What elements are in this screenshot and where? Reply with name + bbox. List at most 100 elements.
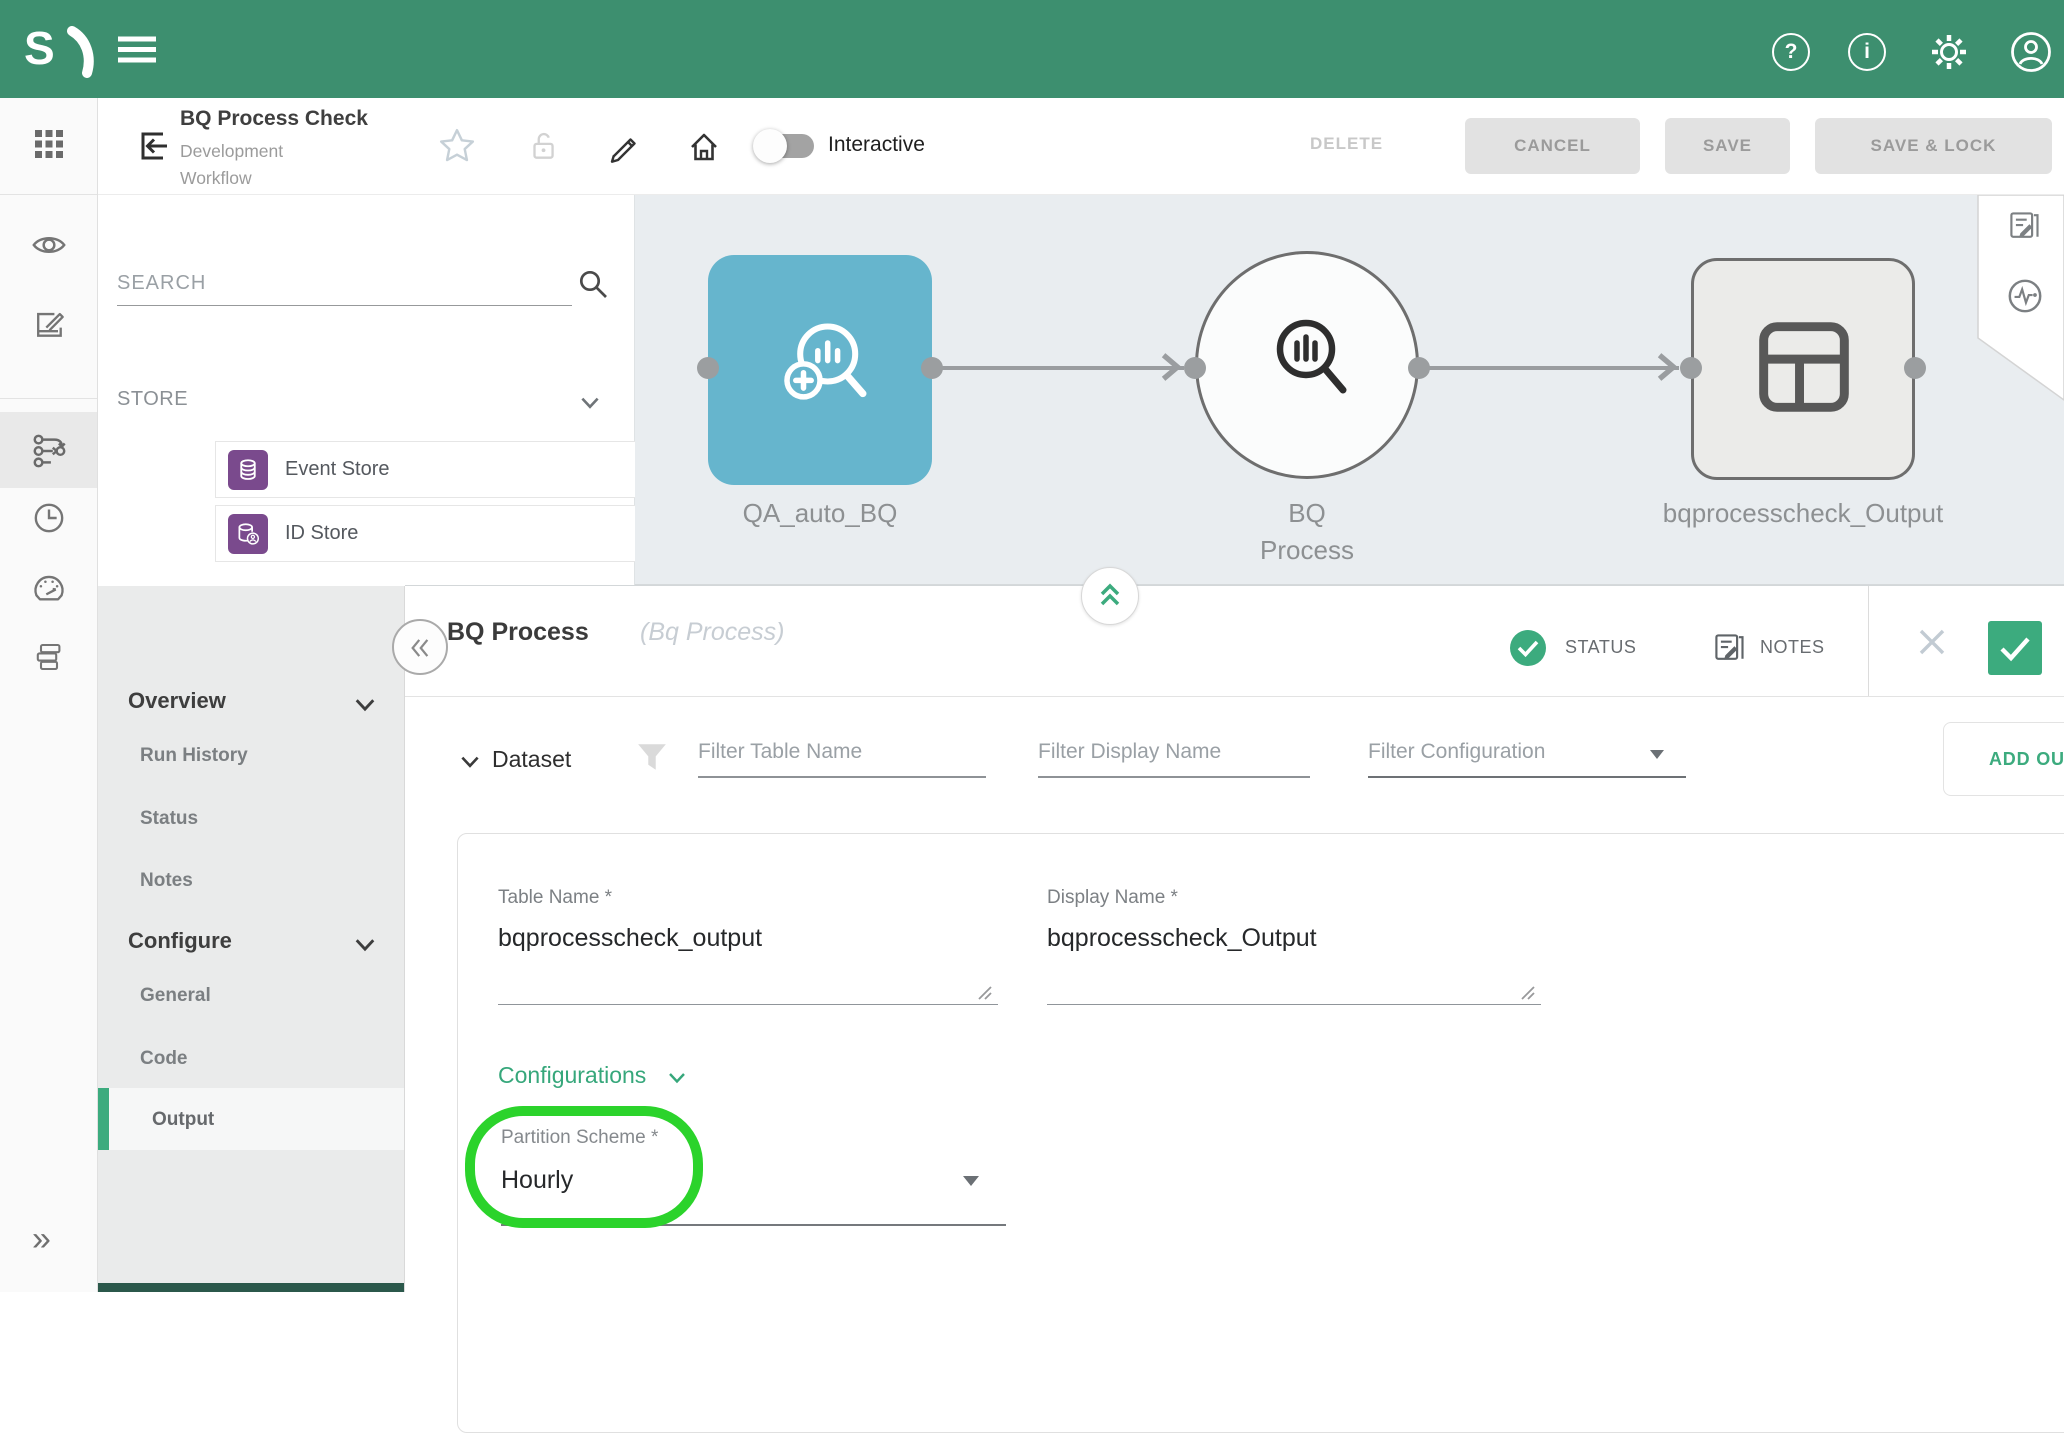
settings-gear-icon[interactable] (1928, 31, 1970, 73)
configurations-section-label[interactable]: Configurations (498, 1062, 646, 1089)
view-eye-icon[interactable] (30, 226, 68, 264)
textarea-resize-icon[interactable] (976, 984, 994, 1002)
edge-qa-to-bqprocess (932, 366, 1184, 370)
double-chevron-up-icon (1093, 579, 1127, 613)
filter-funnel-icon (635, 741, 669, 775)
filter-table-name-field[interactable] (698, 728, 986, 778)
nav-item-output-active[interactable]: Output (98, 1088, 404, 1150)
interactive-toggle[interactable] (762, 134, 814, 158)
info-icon[interactable]: i (1848, 33, 1886, 71)
partition-scheme-underline (501, 1224, 1006, 1226)
edge-arrowhead-icon (1651, 352, 1681, 382)
edge-arrowhead-icon (1155, 352, 1185, 382)
add-output-button[interactable]: ADD OU (1943, 722, 2064, 796)
stack-layers-icon[interactable] (33, 641, 65, 673)
brand-logo[interactable]: S (24, 22, 55, 74)
notes-tab-label[interactable]: NOTES (1760, 637, 1825, 658)
nav-item-code[interactable]: Code (140, 1048, 188, 1070)
filter-display-name-field[interactable] (1038, 728, 1310, 778)
notes-icon[interactable] (1711, 630, 1747, 666)
port-out[interactable] (921, 357, 943, 379)
textarea-resize-icon[interactable] (1519, 984, 1537, 1002)
canvas-notes-icon[interactable] (2006, 208, 2042, 244)
delete-button[interactable]: DELETE (1310, 134, 1383, 154)
port-in[interactable] (1680, 357, 1702, 379)
nav-section-configure[interactable]: Configure (128, 928, 232, 954)
close-icon[interactable] (1917, 627, 1947, 657)
hamburger-menu-icon[interactable] (116, 36, 162, 64)
dataset-section-label[interactable]: Dataset (492, 746, 571, 773)
history-clock-icon[interactable] (32, 501, 66, 535)
display-name-label: Display Name * (1047, 887, 1178, 909)
store-section-label[interactable]: STORE (117, 388, 188, 411)
filter-display-name-input[interactable] (1038, 728, 1310, 776)
expand-rail-icon[interactable]: » (32, 1220, 51, 1259)
store-item-event-store[interactable]: Event Store (215, 441, 704, 498)
configurations-chevron-down-icon[interactable] (666, 1067, 688, 1089)
workflow-title-block: BQ Process Check Development Workflow (180, 106, 420, 184)
workflows-icon[interactable] (30, 432, 68, 470)
favorite-star-icon[interactable] (438, 127, 476, 165)
store-item-id-store[interactable]: ID Store (215, 505, 704, 562)
unlocked-icon[interactable] (526, 129, 560, 163)
dropdown-arrow-icon (1650, 750, 1664, 759)
rail-divider (0, 398, 97, 399)
event-store-database-icon (228, 450, 268, 490)
nav-section-overview[interactable]: Overview (128, 688, 226, 714)
node-qa-auto-bq[interactable] (708, 255, 932, 485)
display-name-value[interactable]: bqprocesscheck_Output (1047, 924, 1317, 953)
table-name-underline (498, 1004, 998, 1005)
port-in[interactable] (697, 357, 719, 379)
apply-check-button[interactable] (1988, 621, 2042, 675)
search-field[interactable] (117, 262, 572, 306)
double-chevron-left-icon (406, 634, 434, 662)
overview-chevron-down-icon[interactable] (352, 692, 378, 718)
configure-chevron-down-icon[interactable] (352, 932, 378, 958)
filter-table-name-input[interactable] (698, 728, 986, 776)
dataset-chevron-down-icon[interactable] (458, 750, 482, 774)
canvas-activity-pulse-icon[interactable] (2006, 277, 2044, 315)
nav-item-run-history[interactable]: Run History (140, 745, 248, 767)
interactive-toggle-label: Interactive (828, 133, 925, 157)
bq-process-icon (1260, 309, 1360, 409)
cancel-button[interactable]: CANCEL (1465, 118, 1640, 174)
save-and-lock-button[interactable]: SAVE & LOCK (1815, 118, 2052, 174)
edit-pencil-icon[interactable] (606, 128, 642, 164)
filter-configuration-select[interactable] (1368, 728, 1686, 778)
collapse-nav-button[interactable] (392, 619, 448, 675)
panel-subtitle: (Bq Process) (640, 618, 784, 647)
status-tab-label[interactable]: STATUS (1565, 637, 1636, 658)
exit-workflow-icon[interactable] (133, 126, 173, 166)
port-in[interactable] (1184, 357, 1206, 379)
partition-scheme-value[interactable]: Hourly (501, 1166, 573, 1195)
search-input[interactable] (117, 262, 572, 305)
home-icon[interactable] (686, 128, 722, 164)
store-chevron-down-icon[interactable] (578, 391, 602, 415)
apps-grid-icon[interactable] (34, 129, 64, 159)
collapse-panel-button[interactable] (1081, 567, 1139, 625)
port-out[interactable] (1904, 357, 1926, 379)
compose-edit-icon[interactable] (31, 306, 67, 342)
left-icon-rail: » (0, 98, 98, 1292)
help-icon[interactable]: ? (1772, 33, 1810, 71)
partition-dropdown-arrow-icon[interactable] (963, 1176, 979, 1186)
save-button[interactable]: SAVE (1665, 118, 1790, 174)
table-name-value[interactable]: bqprocesscheck_output (498, 924, 762, 953)
page-subtitle: Development Workflow (180, 138, 330, 184)
node-bqprocesscheck-output[interactable] (1691, 258, 1915, 480)
store-item-label: Event Store (285, 458, 390, 481)
panel-header-divider (1868, 586, 1869, 696)
toggle-knob[interactable] (753, 129, 787, 163)
account-icon[interactable] (2010, 31, 2052, 73)
gauge-dashboard-icon[interactable] (31, 571, 67, 607)
nav-item-general[interactable]: General (140, 985, 211, 1007)
workflow-canvas[interactable]: QA_auto_BQ BQ Process bqprocesscheck_Out… (635, 195, 2064, 585)
node-bq-process[interactable] (1195, 251, 1419, 479)
port-out[interactable] (1408, 357, 1430, 379)
nav-item-status[interactable]: Status (140, 808, 198, 830)
explorer-panel: STORE Event Store ID Store (98, 195, 635, 585)
filter-configuration-input[interactable] (1368, 728, 1686, 776)
id-store-database-icon (228, 514, 268, 554)
nav-item-notes[interactable]: Notes (140, 870, 193, 892)
dataset-card: Table Name * bqprocesscheck_output Displ… (457, 833, 2064, 1433)
